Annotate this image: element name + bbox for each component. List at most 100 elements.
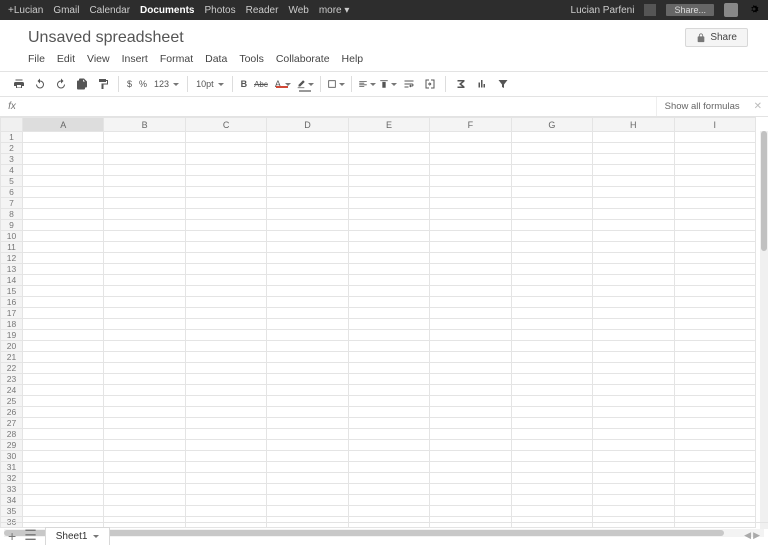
cell[interactable] <box>23 352 104 363</box>
cell[interactable] <box>674 506 756 517</box>
topnav-lucian[interactable]: +Lucian <box>8 5 43 16</box>
cell[interactable] <box>511 462 592 473</box>
cell[interactable] <box>430 374 511 385</box>
cell[interactable] <box>430 473 511 484</box>
cell[interactable] <box>674 319 756 330</box>
cell[interactable] <box>674 418 756 429</box>
cell[interactable] <box>593 440 674 451</box>
cell[interactable] <box>674 396 756 407</box>
close-icon[interactable]: ✕ <box>748 101 768 112</box>
cell[interactable] <box>185 187 266 198</box>
cell[interactable] <box>674 242 756 253</box>
cell[interactable] <box>185 396 266 407</box>
fill-color-button[interactable] <box>296 75 314 93</box>
cell[interactable] <box>430 143 511 154</box>
cell[interactable] <box>348 176 429 187</box>
cell[interactable] <box>348 484 429 495</box>
cell[interactable] <box>267 286 348 297</box>
column-header-E[interactable]: E <box>348 118 429 132</box>
cell[interactable] <box>185 308 266 319</box>
add-sheet-button[interactable]: + <box>8 528 16 544</box>
cell[interactable] <box>674 198 756 209</box>
sheet-tab[interactable]: Sheet1 <box>45 527 111 545</box>
cell[interactable] <box>430 253 511 264</box>
functions-icon[interactable] <box>452 75 470 93</box>
cell[interactable] <box>511 451 592 462</box>
row-header[interactable]: 21 <box>1 352 23 363</box>
column-header-F[interactable]: F <box>430 118 511 132</box>
cell[interactable] <box>511 330 592 341</box>
cell[interactable] <box>674 176 756 187</box>
cell[interactable] <box>23 363 104 374</box>
cell[interactable] <box>267 418 348 429</box>
cell[interactable] <box>674 462 756 473</box>
cell[interactable] <box>23 451 104 462</box>
filter-icon[interactable] <box>494 75 512 93</box>
column-header-G[interactable]: G <box>511 118 592 132</box>
cell[interactable] <box>430 506 511 517</box>
cell[interactable] <box>674 143 756 154</box>
cell[interactable] <box>593 297 674 308</box>
cell[interactable] <box>511 242 592 253</box>
cell[interactable] <box>104 253 185 264</box>
cell[interactable] <box>430 154 511 165</box>
cell[interactable] <box>104 374 185 385</box>
cell[interactable] <box>348 308 429 319</box>
cell[interactable] <box>185 385 266 396</box>
cell[interactable] <box>593 209 674 220</box>
row-header[interactable]: 27 <box>1 418 23 429</box>
share-button[interactable]: Share <box>685 28 748 47</box>
cell[interactable] <box>185 484 266 495</box>
cell[interactable] <box>674 154 756 165</box>
cell[interactable] <box>185 198 266 209</box>
cell[interactable] <box>348 154 429 165</box>
cell[interactable] <box>674 363 756 374</box>
cell[interactable] <box>267 132 348 143</box>
cell[interactable] <box>511 352 592 363</box>
cell[interactable] <box>23 308 104 319</box>
cell[interactable] <box>511 407 592 418</box>
document-title[interactable]: Unsaved spreadsheet <box>28 29 184 47</box>
row-header[interactable]: 24 <box>1 385 23 396</box>
cell[interactable] <box>185 462 266 473</box>
cell[interactable] <box>104 462 185 473</box>
cell[interactable] <box>267 264 348 275</box>
wrap-text-icon[interactable] <box>400 75 418 93</box>
bold-button[interactable]: B <box>239 79 250 89</box>
merge-cells-icon[interactable] <box>421 75 439 93</box>
cell[interactable] <box>674 341 756 352</box>
cell[interactable] <box>430 352 511 363</box>
cell[interactable] <box>430 242 511 253</box>
cell[interactable] <box>104 143 185 154</box>
cell[interactable] <box>430 484 511 495</box>
cell[interactable] <box>23 396 104 407</box>
print-icon[interactable] <box>10 75 28 93</box>
cell[interactable] <box>23 462 104 473</box>
cell[interactable] <box>104 506 185 517</box>
cell[interactable] <box>23 418 104 429</box>
cell[interactable] <box>104 396 185 407</box>
cell[interactable] <box>511 484 592 495</box>
vertical-scrollbar[interactable] <box>760 131 768 529</box>
cell[interactable] <box>593 165 674 176</box>
cell[interactable] <box>267 396 348 407</box>
cell[interactable] <box>23 319 104 330</box>
cell[interactable] <box>674 407 756 418</box>
cell[interactable] <box>23 154 104 165</box>
cell[interactable] <box>511 495 592 506</box>
cell[interactable] <box>185 220 266 231</box>
cell[interactable] <box>23 385 104 396</box>
cell[interactable] <box>23 330 104 341</box>
cell[interactable] <box>104 165 185 176</box>
row-header[interactable]: 6 <box>1 187 23 198</box>
row-header[interactable]: 33 <box>1 484 23 495</box>
cell[interactable] <box>593 484 674 495</box>
cell[interactable] <box>267 165 348 176</box>
cell[interactable] <box>430 220 511 231</box>
cell[interactable] <box>593 308 674 319</box>
cell[interactable] <box>593 418 674 429</box>
row-header[interactable]: 4 <box>1 165 23 176</box>
cell[interactable] <box>348 330 429 341</box>
cell[interactable] <box>348 429 429 440</box>
menu-collaborate[interactable]: Collaborate <box>276 53 330 65</box>
